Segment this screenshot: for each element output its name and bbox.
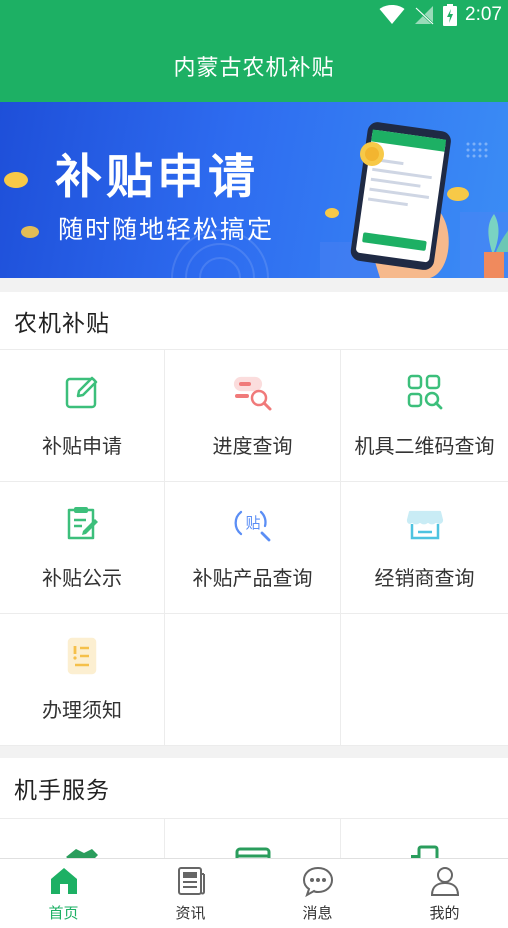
banner[interactable]: 补贴申请 随时随地轻松搞定 [0, 102, 508, 278]
profile-icon [430, 867, 459, 896]
banner-subtitle: 随时随地轻松搞定 [58, 215, 275, 244]
notice-label: 办理须知 [42, 698, 122, 722]
home-icon [50, 868, 77, 894]
empty-cell [341, 614, 508, 746]
subsidy-product-query-item[interactable]: 贴 补贴产品查询 [165, 482, 341, 614]
wifi-icon [379, 5, 405, 24]
tab-messages[interactable]: 消息 [254, 859, 381, 928]
dealer-query-item[interactable]: 经销商查询 [341, 482, 508, 614]
app-title: 内蒙古农机补贴 [173, 56, 335, 81]
status-bar: 2:07 [0, 0, 508, 30]
operator-item[interactable] [341, 819, 508, 858]
news-icon [177, 867, 205, 895]
subsidy-public-label: 补贴公示 [42, 566, 122, 590]
progress-query-label: 进度查询 [212, 434, 293, 458]
banner-title: 补贴申请 [55, 150, 259, 205]
edit-icon [65, 376, 98, 409]
message-icon [302, 866, 333, 898]
tab-messages-label: 消息 [302, 904, 333, 922]
tractor-icon [410, 845, 438, 858]
bottom-tab-bar: 首页 资讯 消息 我的 [0, 858, 508, 928]
tab-profile-label: 我的 [429, 904, 460, 922]
qr-code-search-icon [407, 374, 442, 410]
subsidy-section-title: 农机补贴 [14, 310, 110, 337]
handshake-icon [66, 849, 98, 858]
app-bar: 内蒙古农机补贴 [0, 30, 508, 102]
subsidy-product-search-icon: 贴 [234, 510, 270, 542]
operator-section-title: 机手服务 [14, 778, 110, 804]
operator-item[interactable] [165, 819, 341, 858]
tab-news-label: 资讯 [175, 904, 206, 922]
status-time: 2:07 [465, 4, 502, 25]
card-icon [235, 847, 270, 858]
empty-cell [165, 614, 341, 746]
operator-item[interactable] [0, 819, 165, 858]
subsidy-product-query-label: 补贴产品查询 [192, 566, 313, 590]
svg-text:贴: 贴 [245, 514, 260, 532]
subsidy-apply-item[interactable]: 补贴申请 [0, 350, 165, 482]
status-icons: 2:07 [379, 3, 502, 27]
no-signal-icon [415, 6, 434, 25]
notice-item[interactable]: 办理须知 [0, 614, 165, 746]
subsidy-section: 农机补贴 补贴申请 进度查询 机具二维码查询 补贴公示 贴 补贴产品查询 经销商… [0, 292, 508, 746]
tab-news[interactable]: 资讯 [127, 859, 254, 928]
notice-document-icon [67, 637, 97, 675]
store-icon [406, 510, 443, 540]
qr-code-query-label: 机具二维码查询 [354, 434, 495, 458]
subsidy-grid: 补贴申请 进度查询 机具二维码查询 补贴公示 贴 补贴产品查询 经销商查询 办理… [0, 350, 508, 746]
operator-section: 机手服务 [0, 758, 508, 858]
tab-home-label: 首页 [48, 904, 79, 922]
subsidy-public-item[interactable]: 补贴公示 [0, 482, 165, 614]
dealer-query-label: 经销商查询 [374, 566, 475, 590]
clipboard-edit-icon [67, 507, 98, 540]
tab-home[interactable]: 首页 [0, 859, 127, 928]
tab-profile[interactable]: 我的 [381, 859, 508, 928]
progress-query-item[interactable]: 进度查询 [165, 350, 341, 482]
subsidy-section-header: 农机补贴 [0, 292, 508, 350]
subsidy-apply-label: 补贴申请 [42, 434, 122, 458]
battery-charging-icon [443, 4, 458, 26]
operator-grid [0, 819, 508, 858]
progress-search-icon [233, 376, 271, 411]
operator-section-header: 机手服务 [0, 758, 508, 819]
qr-code-query-item[interactable]: 机具二维码查询 [341, 350, 508, 482]
